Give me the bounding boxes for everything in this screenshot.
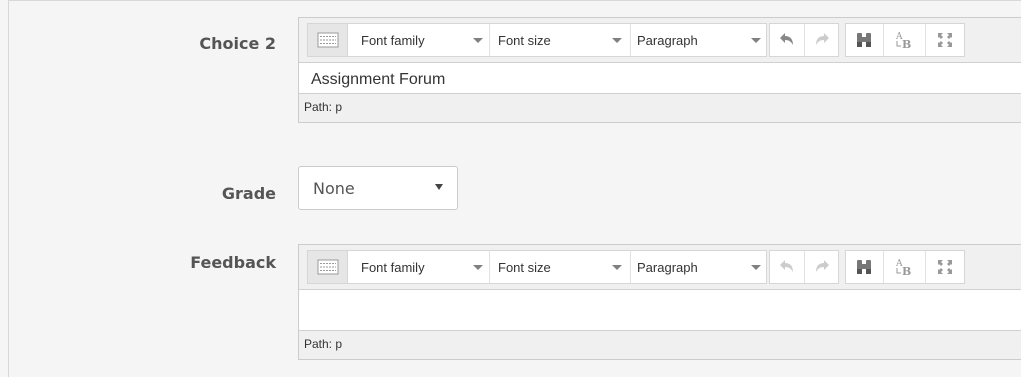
spellcheck-button[interactable]: A B	[884, 251, 924, 283]
format-label: Paragraph	[637, 260, 698, 275]
toolbar-toggle-button[interactable]	[308, 24, 348, 56]
choice2-label: Choice 2	[199, 34, 276, 53]
choice2-statusbar: Path: p	[299, 94, 1021, 122]
grade-select[interactable]: None	[298, 166, 458, 210]
font-family-label: Font family	[361, 33, 425, 48]
redo-icon	[816, 260, 829, 272]
chevron-down-icon	[612, 38, 622, 43]
toolbar-group-tools: A B	[845, 250, 965, 284]
chevron-down-icon	[612, 265, 622, 270]
toolbar-toggle-icon	[317, 32, 339, 48]
svg-text:B: B	[902, 38, 911, 51]
find-replace-button[interactable]	[846, 251, 882, 283]
fullscreen-button[interactable]	[926, 251, 964, 283]
font-size-dropdown[interactable]: Font size	[490, 251, 630, 283]
grade-selected-value: None	[313, 179, 355, 198]
format-dropdown[interactable]: Paragraph	[631, 251, 767, 283]
feedback-content-area[interactable]	[299, 290, 1021, 331]
fullscreen-icon	[938, 33, 952, 47]
chevron-down-icon	[473, 38, 483, 43]
font-size-dropdown[interactable]: Font size	[490, 24, 630, 56]
find-replace-button[interactable]	[846, 24, 882, 56]
toolbar-group-main: Font family Font size Paragraph	[307, 250, 767, 284]
undo-icon	[780, 260, 793, 272]
toolbar-group-history	[769, 250, 839, 284]
toolbar-toggle-button[interactable]	[308, 251, 348, 283]
spellcheck-icon: A B	[895, 259, 911, 278]
feedback-label: Feedback	[190, 253, 276, 272]
fullscreen-icon	[938, 260, 952, 274]
svg-text:B: B	[902, 265, 911, 278]
undo-button[interactable]	[770, 251, 804, 283]
toolbar-group-history	[769, 23, 839, 57]
path-indicator[interactable]: Path: p	[304, 337, 342, 351]
path-indicator[interactable]: Path: p	[304, 100, 342, 114]
choice2-content-area[interactable]: Assignment Forum	[299, 63, 1021, 94]
find-replace-icon	[857, 33, 871, 47]
font-size-label: Font size	[498, 33, 551, 48]
find-replace-icon	[857, 260, 871, 274]
chevron-down-icon	[473, 265, 483, 270]
undo-icon	[780, 33, 793, 45]
feedback-toolbar: Font family Font size Paragraph A B	[299, 245, 1021, 290]
choice2-editor: Font family Font size Paragraph A B Assi…	[298, 17, 1021, 123]
choice2-content-text: Assignment Forum	[311, 71, 446, 88]
format-dropdown[interactable]: Paragraph	[631, 24, 767, 56]
format-label: Paragraph	[637, 33, 698, 48]
spellcheck-icon: A B	[895, 32, 911, 51]
grade-label: Grade	[221, 184, 276, 203]
redo-icon	[816, 33, 829, 45]
font-family-dropdown[interactable]: Font family	[349, 24, 489, 56]
font-family-label: Font family	[361, 260, 425, 275]
dropdown-arrow-icon	[435, 184, 443, 190]
font-size-label: Font size	[498, 260, 551, 275]
redo-button[interactable]	[805, 24, 839, 56]
redo-button[interactable]	[805, 251, 839, 283]
toolbar-group-main: Font family Font size Paragraph	[307, 23, 767, 57]
feedback-statusbar: Path: p	[299, 331, 1021, 359]
font-family-dropdown[interactable]: Font family	[349, 251, 489, 283]
undo-button[interactable]	[770, 24, 804, 56]
toolbar-toggle-icon	[317, 259, 339, 275]
choice2-toolbar: Font family Font size Paragraph A B	[299, 18, 1021, 63]
feedback-editor: Font family Font size Paragraph A B Path…	[298, 244, 1021, 360]
toolbar-group-tools: A B	[845, 23, 965, 57]
chevron-down-icon	[751, 265, 761, 270]
fullscreen-button[interactable]	[926, 24, 964, 56]
spellcheck-button[interactable]: A B	[884, 24, 924, 56]
chevron-down-icon	[751, 38, 761, 43]
